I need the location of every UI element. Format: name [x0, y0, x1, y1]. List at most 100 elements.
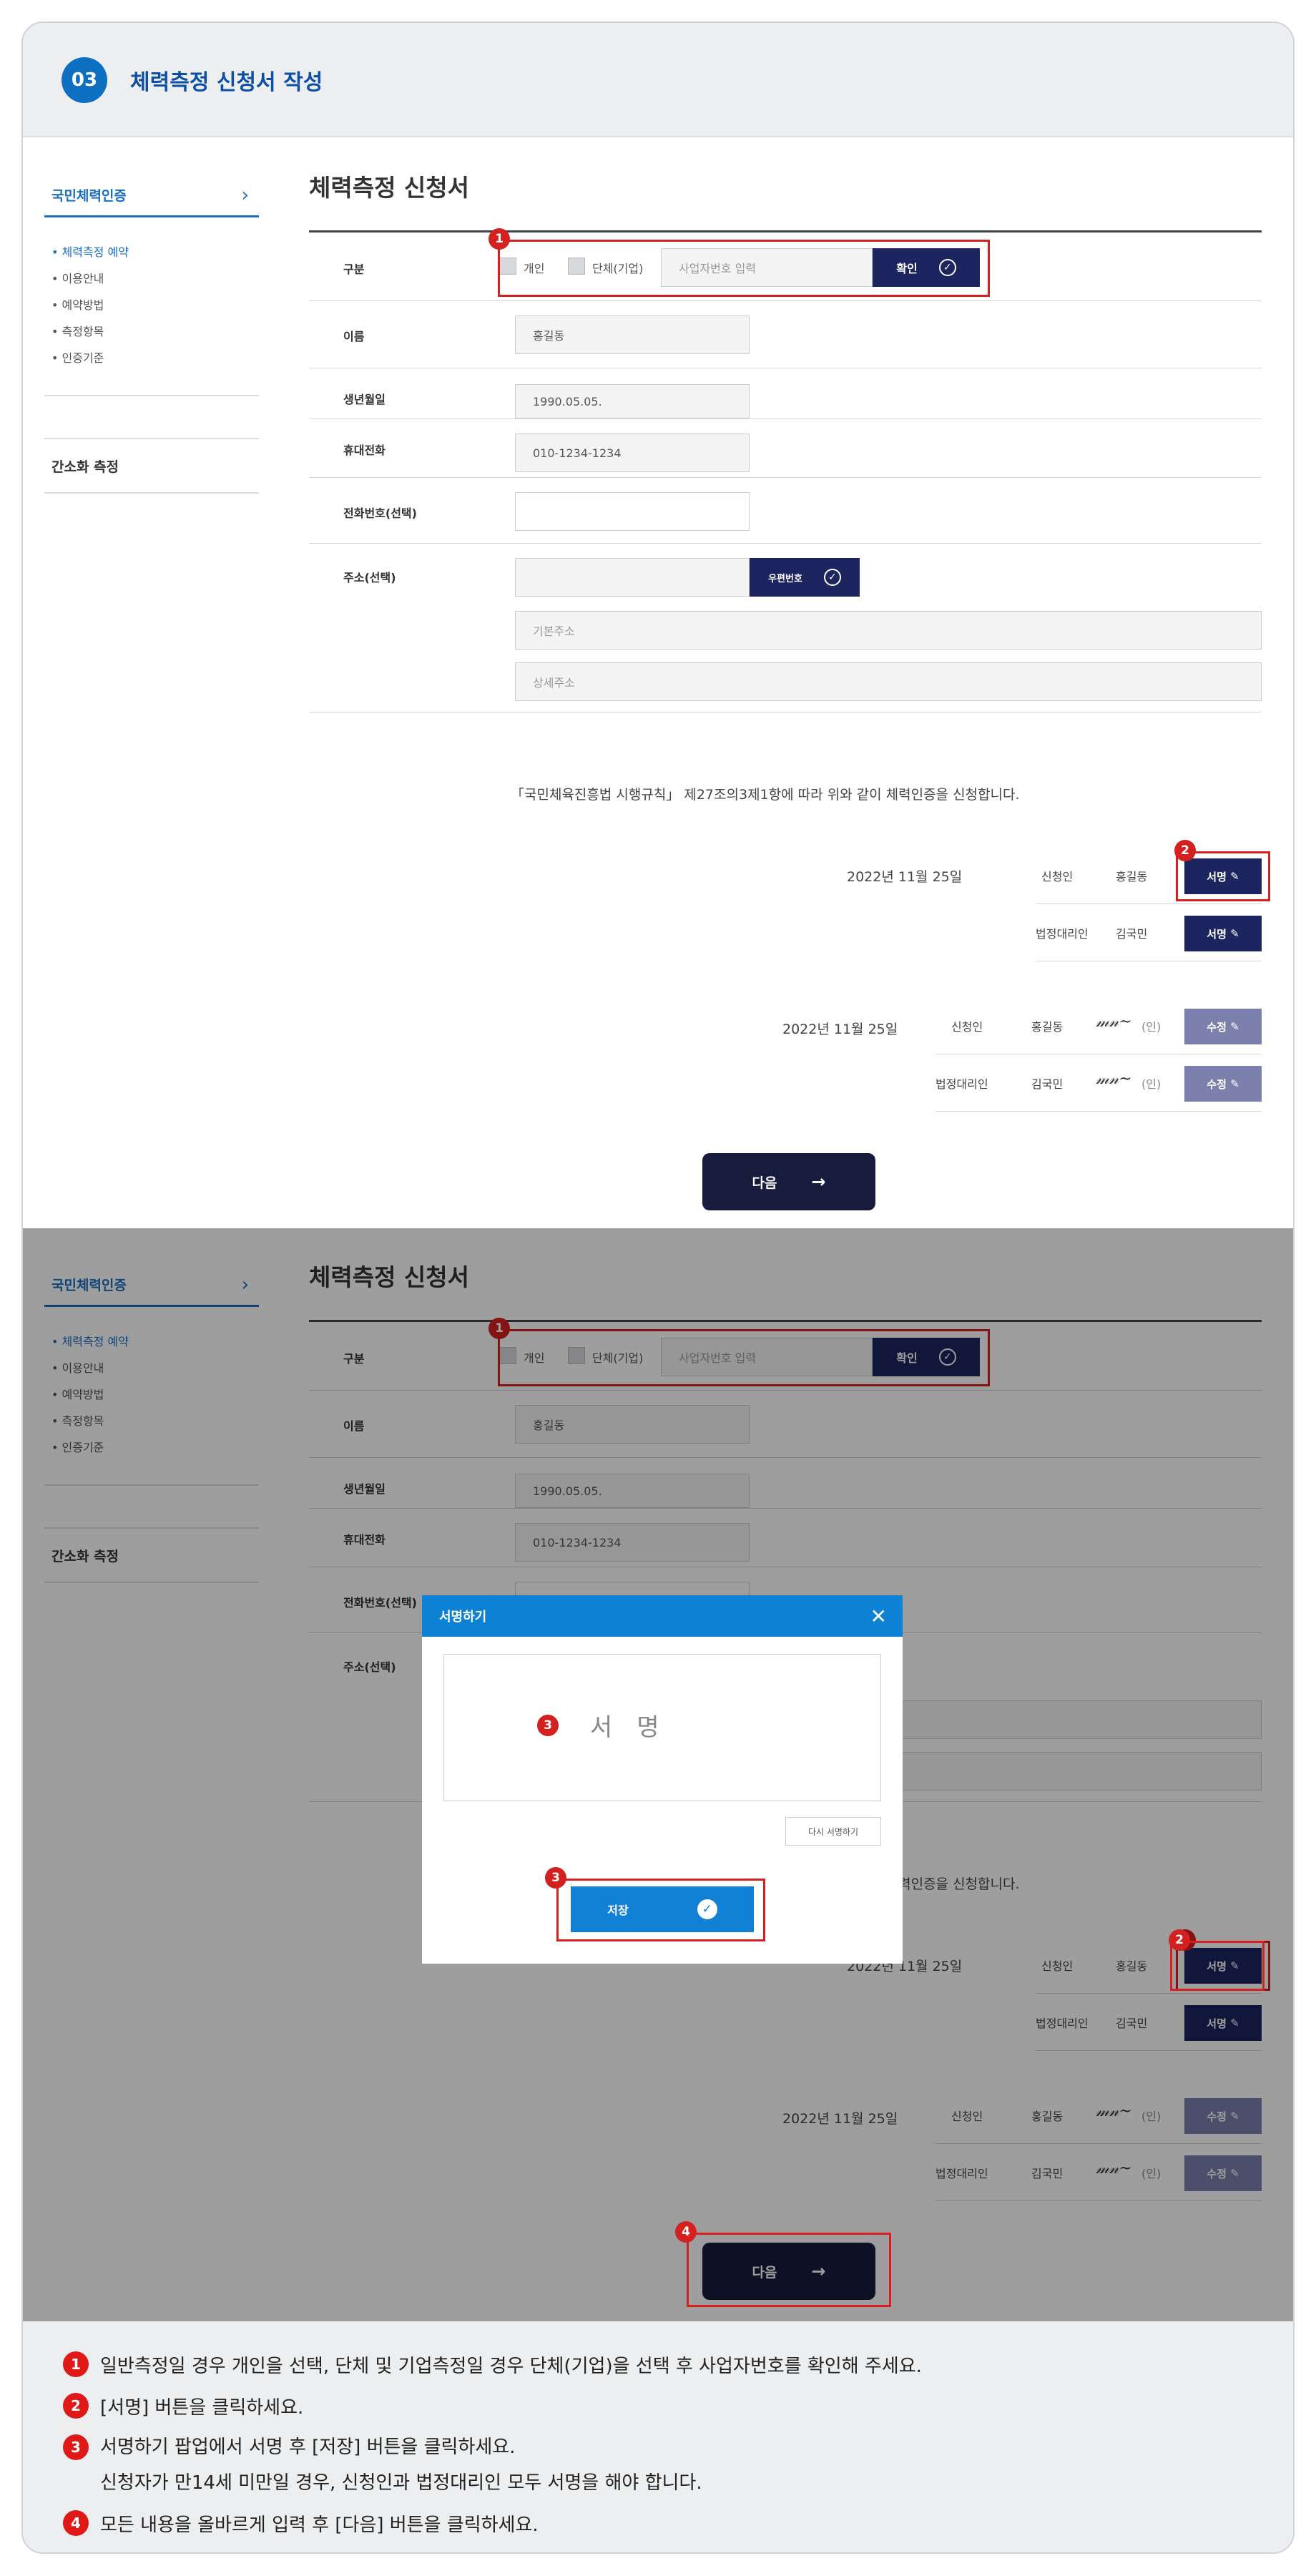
check-icon: ✓	[697, 1899, 717, 1919]
check-circle-icon: ✓	[823, 569, 841, 586]
birth-label: 생년월일	[343, 393, 386, 406]
redo-signature-button[interactable]: 다시 서명하기	[785, 1817, 881, 1846]
signature-placeholder: 3 서 명	[537, 1708, 659, 1743]
note-number: 2	[63, 2393, 89, 2419]
address-detail-field[interactable]: 상세주소	[515, 662, 1262, 701]
note-text: [서명] 버튼을 클릭하세요.	[100, 2397, 304, 2419]
seal-label: (인)	[1141, 1077, 1162, 1091]
applicant-label: 신청인	[951, 1020, 983, 1034]
callout-box-1	[498, 240, 990, 297]
sign-row-applicant-signed: 신청인 홍길동 𝓂𝓃~ (인) 수정 ✎	[936, 996, 1262, 1054]
row-type: 구분 개인 단체(기업) 사업자번호 입력 확인 ✓ 1	[309, 228, 1262, 301]
note-number: 3	[63, 2434, 89, 2460]
form-title: 체력측정 신청서	[309, 174, 470, 202]
sidebar-item-items[interactable]: • 측정항목	[51, 318, 252, 345]
sidebar-item-criteria[interactable]: • 인증기준	[51, 345, 252, 371]
sign-button-guardian[interactable]: 서명 ✎	[1184, 916, 1262, 951]
sidebar: 국민체력인증 › • 체력측정 예약 • 이용안내 • 예약방법 • 측정항목 …	[44, 175, 259, 494]
arrow-right-icon: →	[811, 1172, 826, 1192]
note-3: 3 서명하기 팝업에서 서명 후 [저장] 버튼을 클릭하세요. 신청자가 만1…	[63, 2434, 702, 2496]
seal-label: (인)	[1141, 1020, 1162, 1034]
address-label: 주소(선택)	[343, 571, 396, 584]
zipcode-field[interactable]	[515, 558, 750, 597]
callout-number-3: 3	[537, 1714, 559, 1736]
note-1: 1 일반측정일 경우 개인을 선택, 단체 및 기업측정일 경우 단체(기업)을…	[63, 2351, 922, 2378]
date-text-2: 2022년 11월 25일	[782, 1022, 898, 1037]
date-text: 2022년 11월 25일	[847, 869, 963, 885]
guardian-label: 법정대리인	[936, 1077, 988, 1091]
section-title: 체력측정 신청서 작성	[130, 70, 323, 95]
save-button[interactable]: 저장 ✓	[571, 1886, 754, 1932]
note-number: 4	[63, 2510, 89, 2536]
signature-pad[interactable]: 3 서 명	[443, 1654, 881, 1801]
row-name: 이름 홍길동	[309, 301, 1262, 368]
next-label: 다음	[752, 1175, 777, 1191]
row-phone: 전화번호(선택)	[309, 478, 1262, 544]
signature-image: 𝓂𝓃~	[1096, 1013, 1132, 1031]
callout-number-1: 1	[488, 228, 510, 250]
name-label: 이름	[343, 330, 365, 343]
note-2: 2 [서명] 버튼을 클릭하세요.	[63, 2393, 303, 2419]
row-address: 주소(선택) 우편번호 ✓ 기본주소 상세주소	[309, 544, 1262, 712]
edit-button-applicant[interactable]: 수정 ✎	[1184, 1009, 1262, 1044]
close-icon[interactable]: ✕	[870, 1605, 887, 1628]
row-mobile: 휴대전화 010-1234-1234	[309, 419, 1262, 478]
sidebar-item-certification[interactable]: 국민체력인증 ›	[44, 175, 259, 217]
sidebar-item-method[interactable]: • 예약방법	[51, 292, 252, 318]
note-4: 4 모든 내용을 올바르게 입력 후 [다음] 버튼을 클릭하세요.	[63, 2510, 539, 2537]
pen-icon: ✎	[1230, 1077, 1239, 1090]
sign-row-guardian-signed: 법정대리인 김국민 𝓂𝓃~ (인) 수정 ✎	[936, 1054, 1262, 1112]
signature-image: 𝓂𝓃~	[1096, 1070, 1132, 1088]
form-screenshot-1: 국민체력인증 › • 체력측정 예약 • 이용안내 • 예약방법 • 측정항목 …	[23, 139, 1293, 1228]
callout-number-2-dimmed: 2	[1169, 1929, 1190, 1951]
callout-number-4: 4	[675, 2221, 697, 2243]
chevron-right-icon: ›	[241, 184, 249, 206]
save-label: 저장	[607, 1904, 629, 1917]
form-screenshot-2: 국민체력인증 › • 체력측정 예약 • 이용안내 • 예약방법 • 측정항목 …	[23, 1228, 1293, 2321]
mobile-label: 휴대전화	[343, 444, 386, 457]
sign-row-applicant: 신청인 홍길동 서명 ✎ 2	[1036, 840, 1270, 904]
edit-label: 수정	[1207, 1020, 1227, 1034]
zipcode-button[interactable]: 우편번호 ✓	[750, 558, 860, 597]
sidebar-item-simplified[interactable]: 간소화 측정	[44, 438, 259, 494]
name-field[interactable]: 홍길동	[515, 315, 750, 354]
signature-modal: 서명하기 ✕ 3 서 명 다시 서명하기 3 저장 ✓	[422, 1595, 903, 1964]
guardian-label: 법정대리인	[1036, 927, 1089, 941]
sidebar-top-label: 국민체력인증	[51, 188, 127, 204]
applicant-name: 홍길동	[1031, 1020, 1064, 1034]
step-badge: 03	[62, 57, 107, 103]
sign-row-guardian: 법정대리인 김국민 서명 ✎	[1036, 904, 1262, 961]
applicant-name: 홍길동	[1116, 870, 1148, 883]
guide-card: 03 체력측정 신청서 작성 국민체력인증 › • 체력측정 예약 • 이용안내…	[21, 21, 1295, 2554]
sidebar-sub-list: • 체력측정 예약 • 이용안내 • 예약방법 • 측정항목 • 인증기준	[44, 217, 259, 396]
instruction-notes: 1 일반측정일 경우 개인을 선택, 단체 및 기업측정일 경우 단체(기업)을…	[23, 2321, 1293, 2552]
edit-label: 수정	[1207, 1077, 1227, 1091]
next-button[interactable]: 다음 →	[702, 1153, 875, 1210]
note-text-2: 신청자가 만14세 미만일 경우, 신청인과 법정대리인 모두 서명을 해야 합…	[100, 2472, 702, 2494]
sign-label: 서명	[1207, 927, 1227, 941]
section-header: 03 체력측정 신청서 작성	[23, 23, 1293, 137]
callout-box-4	[687, 2233, 891, 2307]
callout-number-2: 2	[1174, 840, 1196, 861]
note-text-block: 서명하기 팝업에서 서명 후 [저장] 버튼을 클릭하세요. 신청자가 만14세…	[100, 2434, 702, 2496]
note-text: 모든 내용을 올바르게 입력 후 [다음] 버튼을 클릭하세요.	[100, 2514, 539, 2536]
phone-field[interactable]	[515, 492, 750, 531]
sidebar-item-usage[interactable]: • 이용안내	[51, 265, 252, 292]
statement-text: 「국민체육진흥법 시행규칙」 제27조의3제1항에 따라 위와 같이 체력인증을…	[511, 787, 1020, 803]
modal-title: 서명하기	[439, 1610, 487, 1625]
guardian-name: 김국민	[1116, 927, 1148, 941]
birth-field[interactable]: 1990.05.05.	[515, 384, 750, 418]
phone-label: 전화번호(선택)	[343, 506, 417, 520]
address-basic-field[interactable]: 기본주소	[515, 611, 1262, 650]
pen-icon: ✎	[1230, 1020, 1239, 1033]
modal-header: 서명하기 ✕	[422, 1595, 903, 1637]
applicant-label: 신청인	[1041, 870, 1074, 883]
pen-icon: ✎	[1230, 927, 1239, 940]
row-birth: 생년월일 1990.05.05.	[309, 368, 1262, 419]
zipcode-label: 우편번호	[768, 573, 802, 584]
edit-button-guardian[interactable]: 수정 ✎	[1184, 1066, 1262, 1102]
sidebar-item-reservation[interactable]: • 체력측정 예약	[51, 239, 252, 265]
mobile-field[interactable]: 010-1234-1234	[515, 434, 750, 472]
note-text: 서명하기 팝업에서 서명 후 [저장] 버튼을 클릭하세요.	[100, 2437, 516, 2458]
note-number: 1	[63, 2351, 89, 2377]
